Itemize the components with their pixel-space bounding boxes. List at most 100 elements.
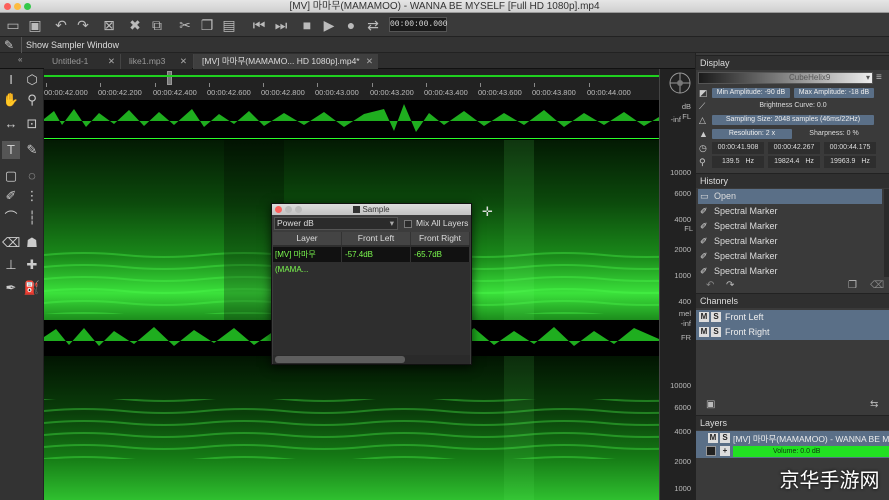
dialog-close-icon[interactable] <box>275 206 282 213</box>
tab-untitled[interactable]: Untitled-1 ✕ <box>44 54 120 69</box>
sampler-icon[interactable]: ✎ <box>4 38 14 52</box>
play-icon[interactable]: ▶ <box>320 16 338 34</box>
close-tab-icon[interactable]: ✕ <box>108 54 115 69</box>
history-undo-icon[interactable]: ↶ <box>706 280 714 291</box>
paint-bucket-icon[interactable]: ⛽ <box>23 279 41 297</box>
mute-button[interactable]: M <box>699 312 709 322</box>
smudge-icon[interactable]: ☗ <box>23 234 41 252</box>
open-folder-icon[interactable]: ▭ <box>4 16 22 34</box>
zoom-window-icon[interactable] <box>24 3 31 10</box>
cut-icon[interactable]: ✂ <box>176 16 194 34</box>
crop-icon[interactable]: ⊠ <box>100 16 118 34</box>
freq-value: 19824.4 <box>774 158 800 165</box>
scroll-thumb[interactable] <box>167 71 172 85</box>
skip-back-icon[interactable]: ⏮ <box>250 16 268 34</box>
freq-high-field[interactable]: 19824.4 Hz <box>768 156 820 168</box>
layer-video-icon[interactable] <box>706 446 716 456</box>
time-mid-field[interactable]: 00:00:42.267 <box>768 142 820 154</box>
sharpness-slider[interactable]: Sharpness: 0 % <box>794 128 874 140</box>
loop-icon[interactable]: ⇄ <box>364 16 382 34</box>
mute-button[interactable]: M <box>699 327 709 337</box>
close-tab-icon[interactable]: ✕ <box>366 54 373 69</box>
layers-icon[interactable]: ⧉ <box>148 16 166 34</box>
eraser-icon[interactable]: ⌫ <box>2 234 20 252</box>
mix-all-layers-checkbox[interactable] <box>404 220 412 228</box>
cube-icon[interactable]: ⬡ <box>23 71 41 89</box>
rect-select-icon[interactable]: ▢ <box>2 167 20 185</box>
lasso-icon[interactable]: ◌ <box>23 167 41 185</box>
zoom-icon[interactable]: ⚲ <box>23 91 41 109</box>
freq-range-field[interactable]: 19963.9 Hz <box>824 156 876 168</box>
brightness-curve-slider[interactable]: Brightness Curve: 0.0 <box>712 100 874 112</box>
collapse-panel-icon[interactable]: « <box>18 55 22 64</box>
frequency-scale[interactable]: dB FL -inf 10000 6000 4000 FL 2000 1000 … <box>659 69 695 500</box>
history-item-open[interactable]: ▭ Open <box>698 189 882 204</box>
layer-row[interactable]: M S [MV] 마마무(MAMAMOO) - WANNA BE M + Vol… <box>696 431 889 458</box>
time-ruler[interactable]: 00:00:42.000 00:00:42.200 00:00:42.400 0… <box>44 69 659 100</box>
channel-row-front-right[interactable]: M S Front Right <box>696 325 889 340</box>
show-sampler-window-button[interactable]: Show Sampler Window <box>26 40 119 50</box>
stamp-icon[interactable]: ⊥ <box>2 256 20 274</box>
sampling-size-slider[interactable]: Sampling Size: 2048 samples (46ms/22Hz) <box>712 115 874 125</box>
undo-icon[interactable]: ↶ <box>52 16 70 34</box>
colormap-stack-icon[interactable]: ≡ <box>876 72 882 83</box>
history-item[interactable]: ✐ Spectral Marker <box>698 249 882 264</box>
redo-icon[interactable]: ↷ <box>74 16 92 34</box>
hand-icon[interactable]: ✋ <box>2 91 20 109</box>
mode-select[interactable]: Power dB ▾ <box>274 217 398 230</box>
stop-icon[interactable]: ■ <box>298 16 316 34</box>
history-item[interactable]: ✐ Spectral Marker <box>698 234 882 249</box>
min-amplitude-slider[interactable]: Min Amplitude: -90 dB <box>712 88 790 98</box>
solo-button[interactable]: S <box>711 327 721 337</box>
text-cursor-icon[interactable]: I <box>2 71 20 89</box>
time-end-field[interactable]: 00:00:44.175 <box>824 142 876 154</box>
skip-forward-icon[interactable]: ⏭ <box>272 16 290 34</box>
bandage-icon[interactable]: ✚ <box>23 256 41 274</box>
colormap-select[interactable]: CubeHelix9 ▾ <box>698 72 873 84</box>
close-tab-icon[interactable]: ✕ <box>180 54 187 69</box>
history-copy-icon[interactable]: ❐ <box>848 280 857 291</box>
freq-low-field[interactable]: 139.5 Hz <box>712 156 764 168</box>
history-item[interactable]: ✐ Spectral Marker <box>698 204 882 219</box>
history-item[interactable]: ✐ Spectral Marker <box>698 264 882 276</box>
pen-icon[interactable]: ✒ <box>2 279 20 297</box>
channel-swap-icon[interactable]: ⇆ <box>870 399 878 410</box>
minimize-window-icon[interactable] <box>14 3 21 10</box>
history-item[interactable]: ✐ Spectral Marker <box>698 219 882 234</box>
layer-volume-slider[interactable]: Volume: 0.0 dB <box>733 446 889 457</box>
save-icon[interactable]: ▣ <box>26 16 44 34</box>
delete-icon[interactable]: ✖ <box>126 16 144 34</box>
add-layer-button[interactable]: + <box>720 446 730 456</box>
layer-solo-button[interactable]: S <box>720 433 730 443</box>
brush-icon[interactable]: ✐ <box>2 187 20 205</box>
channel-row-front-left[interactable]: M S Front Left <box>696 310 889 325</box>
resolution-slider[interactable]: Resolution: 2 x <box>712 129 792 139</box>
history-scrollbar[interactable] <box>884 189 889 277</box>
time-select-icon[interactable]: ┆ <box>23 209 41 227</box>
paste-icon[interactable]: ▤ <box>220 16 238 34</box>
close-window-icon[interactable] <box>4 3 11 10</box>
copy-icon[interactable]: ❐ <box>198 16 216 34</box>
frame-icon[interactable]: ⊡ <box>23 115 41 133</box>
solo-button[interactable]: S <box>711 312 721 322</box>
layer-mute-button[interactable]: M <box>708 433 718 443</box>
time-start-field[interactable]: 00:00:41.908 <box>712 142 764 154</box>
tab-like1[interactable]: like1.mp3 ✕ <box>120 54 192 69</box>
hz-label: 2000 <box>674 457 691 466</box>
text-tool-icon[interactable]: T <box>2 141 20 159</box>
scrollbar-thumb[interactable] <box>275 356 405 363</box>
history-redo-icon[interactable]: ↷ <box>726 280 734 291</box>
channel-settings-icon[interactable]: ▣ <box>706 399 715 410</box>
history-trash-icon[interactable]: ⌫ <box>870 280 884 291</box>
max-amplitude-slider[interactable]: Max Amplitude: -18 dB <box>794 88 874 98</box>
dialog-minimize-icon[interactable] <box>285 206 292 213</box>
record-icon[interactable]: ● <box>342 16 360 34</box>
dialog-zoom-icon[interactable] <box>295 206 302 213</box>
freq-select-icon[interactable]: ⌒ <box>2 209 20 227</box>
navigator-icon[interactable] <box>668 71 692 95</box>
harmonic-select-icon[interactable]: ⋮ <box>23 187 41 205</box>
eyedropper-icon[interactable]: ✎ <box>23 141 41 159</box>
horizontal-scrollbar[interactable] <box>273 355 470 364</box>
tab-mamamoo[interactable]: [MV] 마마무(MAMAMO... HD 1080p].mp4* ✕ <box>193 54 378 69</box>
resize-horizontal-icon[interactable]: ↔ <box>2 115 20 133</box>
